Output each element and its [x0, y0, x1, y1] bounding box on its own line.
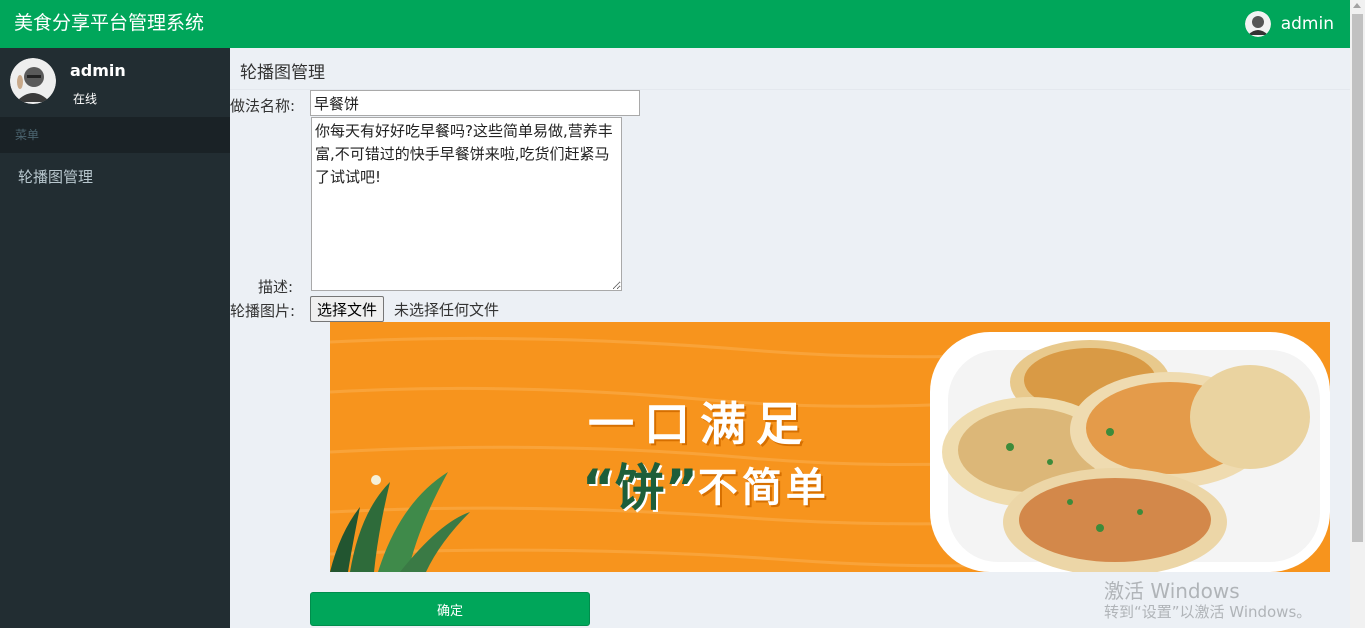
image-label: 轮播图片:: [230, 302, 296, 320]
banner-image: 一口满足 “饼” 不简单: [330, 322, 1330, 572]
sidebar-item-banner-management[interactable]: 轮播图管理: [0, 155, 230, 199]
name-input[interactable]: [310, 90, 640, 116]
banner-slogan-rest: 不简单: [697, 465, 830, 511]
sidebar-username: admin: [70, 61, 126, 80]
choose-file-button[interactable]: 选择文件: [310, 296, 385, 322]
scroll-thumb[interactable]: [1352, 14, 1363, 542]
menu-header: 菜单: [0, 117, 230, 153]
online-status: 在线: [73, 92, 98, 106]
banner-slogan-line1: 一口满足: [588, 397, 812, 451]
top-navbar: admin: [230, 0, 1350, 48]
activation-watermark-title: 激活 Windows: [1104, 579, 1240, 603]
avatar-icon: [1244, 11, 1271, 37]
sidebar: admin 在线 菜单 轮播图管理: [0, 48, 230, 628]
page-title: 轮播图管理: [240, 63, 325, 83]
confirm-button[interactable]: 确定: [310, 592, 590, 626]
header-username: admin: [1280, 14, 1334, 34]
activation-watermark-text: 转到“设置”以激活 Windows。: [1104, 603, 1312, 621]
app-title[interactable]: 美食分享平台管理系统: [0, 0, 230, 48]
scroll-up-arrow-icon[interactable]: [1353, 3, 1361, 8]
user-menu[interactable]: admin: [1244, 11, 1334, 37]
description-textarea[interactable]: 你每天有好好吃早餐吗?这些简单易做,营养丰富,不可错过的快手早餐饼来啦,吃货们赶…: [311, 117, 622, 291]
description-label: 描述:: [258, 278, 294, 296]
file-status: 未选择任何文件: [394, 301, 500, 319]
name-label: 做法名称:: [230, 97, 296, 115]
avatar: [10, 58, 56, 104]
user-panel: admin 在线: [0, 48, 230, 117]
banner-slogan-line2: “饼” 不简单: [582, 448, 830, 520]
page-scrollbar[interactable]: [1350, 0, 1365, 628]
banner-slogan-highlight: “饼”: [582, 459, 698, 517]
